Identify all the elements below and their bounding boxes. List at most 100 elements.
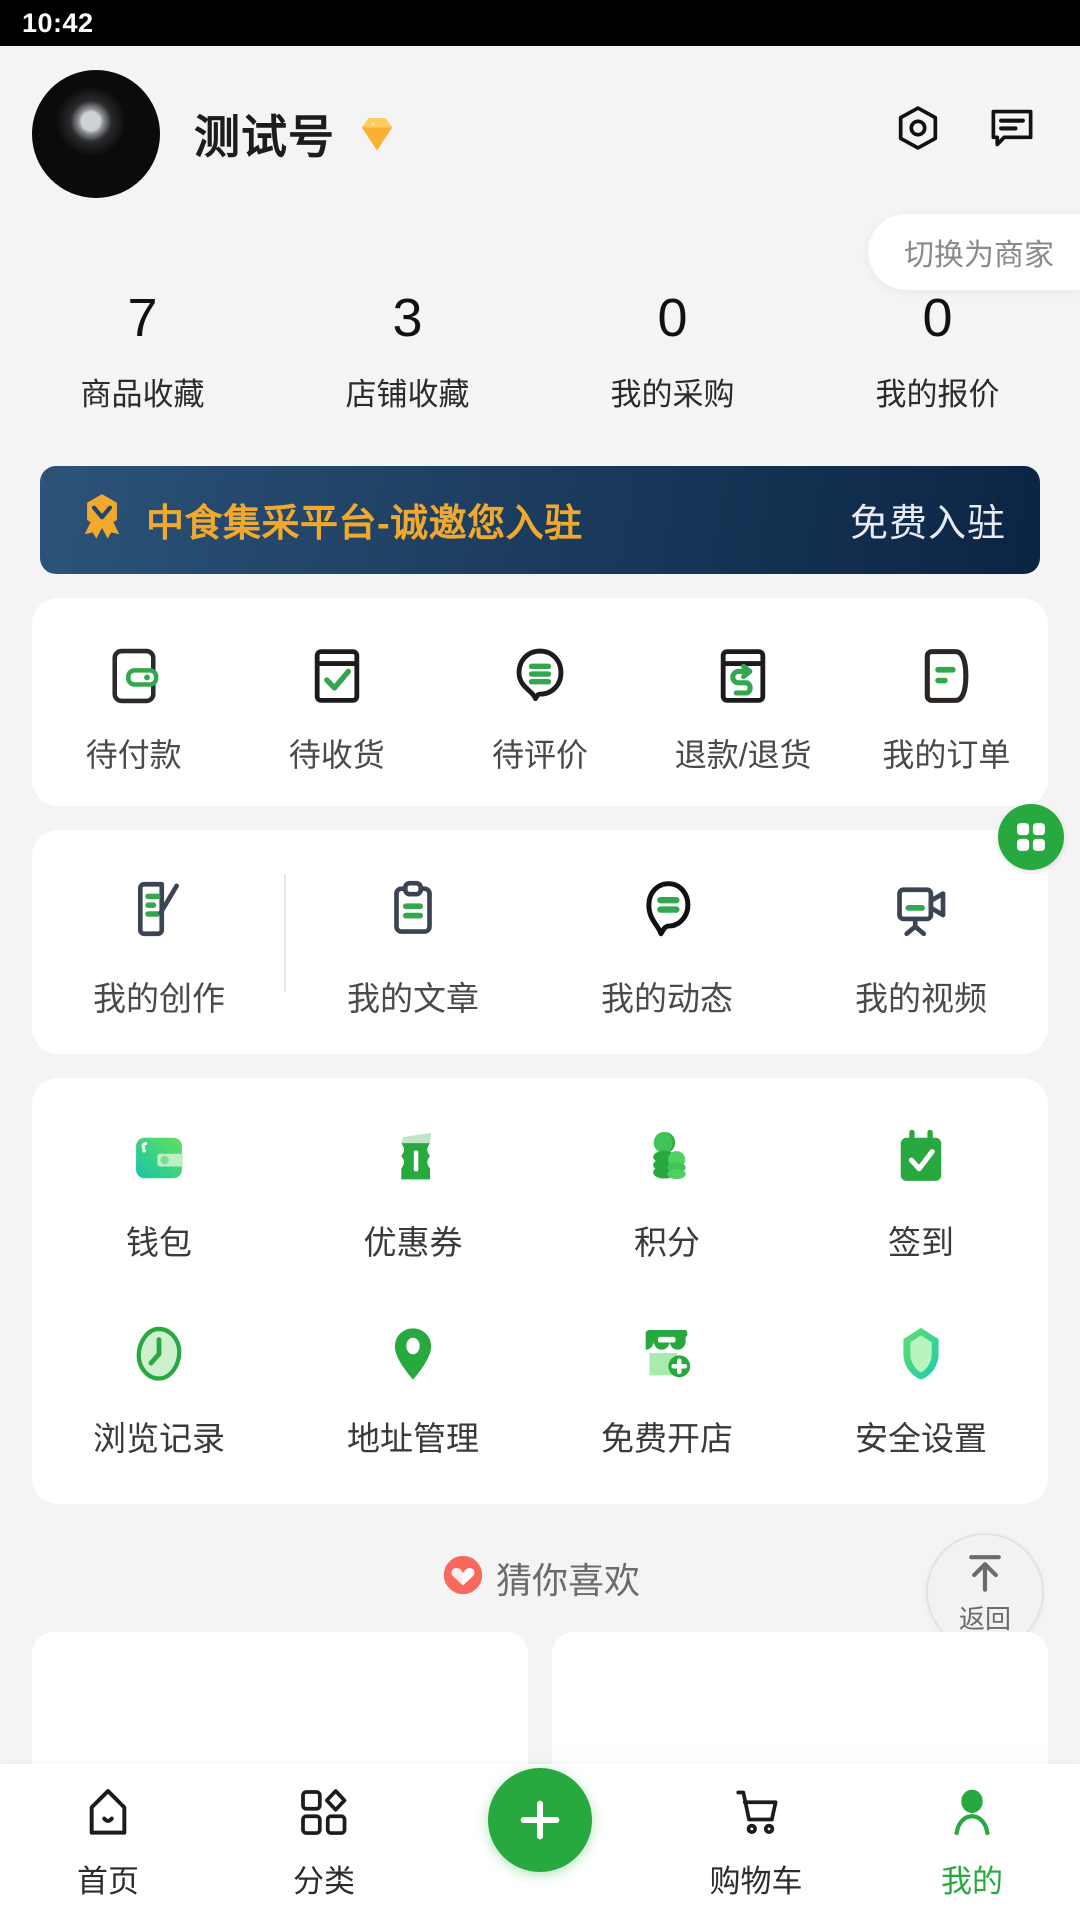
stat-item-my-quotes[interactable]: 0 我的报价 <box>805 290 1070 414</box>
calendar-check-icon <box>889 1118 953 1190</box>
back-to-top-label: 返回 <box>958 1604 1011 1634</box>
order-list-icon <box>912 632 980 710</box>
location-pin-icon <box>381 1314 445 1386</box>
tab-label: 首页 <box>77 1864 139 1899</box>
tab-label: 我的 <box>941 1864 1003 1899</box>
plus-fab-icon[interactable] <box>488 1768 592 1872</box>
page-title: 测试号 <box>194 101 403 167</box>
order-label: 退款/退货 <box>674 736 812 773</box>
shopping-cart-icon <box>728 1782 784 1844</box>
stat-value: 3 <box>392 288 423 348</box>
tool-item-points[interactable]: 积分 <box>540 1118 794 1264</box>
order-item-to-review[interactable]: 待评价 <box>438 632 641 776</box>
creation-item-my-article[interactable]: 我的文章 <box>286 868 540 1020</box>
recommend-title: 猜你喜欢 <box>495 1559 640 1601</box>
my-creation-card: 我的创作 我的文章 我的动态 我的视频 <box>32 803 1064 1054</box>
tab-cart[interactable]: 购物车 <box>648 1782 864 1901</box>
category-grid-icon <box>296 1782 352 1844</box>
order-label: 待收货 <box>288 736 385 773</box>
stat-item-my-purchases[interactable]: 0 我的采购 <box>540 290 805 414</box>
heart-circle-icon <box>440 1552 486 1603</box>
status-bar: 10:42 <box>0 0 1080 46</box>
creation-label: 我的文章 <box>347 979 479 1017</box>
tool-label: 地址管理 <box>347 1419 479 1457</box>
tool-item-checkin[interactable]: 签到 <box>794 1118 1048 1264</box>
tool-label: 安全设置 <box>855 1419 987 1457</box>
header-actions <box>890 100 1040 156</box>
order-label: 待评价 <box>492 736 589 773</box>
coin-stack-icon <box>635 1118 699 1190</box>
username-text: 测试号 <box>194 111 335 163</box>
tool-item-coupon[interactable]: 优惠券 <box>286 1118 540 1264</box>
tool-item-open-shop[interactable]: 免费开店 <box>540 1314 794 1460</box>
coupon-ticket-icon <box>381 1118 445 1190</box>
tab-home[interactable]: 首页 <box>0 1782 216 1901</box>
order-label: 待付款 <box>85 736 182 773</box>
banner-cta-button[interactable]: 免费入驻 <box>850 492 1006 547</box>
order-item-to-receive[interactable]: 待收货 <box>235 632 438 776</box>
order-item-refund-return[interactable]: 退款/退货 <box>642 632 845 776</box>
comment-review-icon <box>506 632 574 710</box>
tab-label: 分类 <box>293 1864 355 1899</box>
stat-label: 商品收藏 <box>80 376 205 412</box>
edit-document-icon <box>126 868 192 942</box>
tools-grid: 钱包 优惠券 积分 签到 浏览记录 地址管理 免费开店 安全设置 <box>32 1118 1048 1460</box>
order-status-card: 待付款 待收货 待评价 退款/退货 我的订单 <box>32 597 1048 806</box>
bottom-tab-bar: 首页 分类 购物车 我的 <box>0 1764 1080 1920</box>
home-icon <box>80 1782 136 1844</box>
tab-label: 购物车 <box>709 1864 803 1899</box>
merchant-invite-banner[interactable]: 中食集采平台-诚邀您入驻 免费入驻 <box>40 465 1040 574</box>
hexagon-settings-icon[interactable] <box>890 100 946 156</box>
tab-publish[interactable] <box>432 1768 648 1872</box>
creation-item-my-video[interactable]: 我的视频 <box>794 868 1048 1020</box>
stat-value: 7 <box>127 288 158 348</box>
wallet-icon <box>127 1118 191 1190</box>
profile-header: 测试号 切换为商家 <box>0 46 1080 290</box>
order-status-row: 待付款 待收货 待评价 退款/退货 我的订单 <box>32 632 1048 776</box>
grid-apps-icon[interactable] <box>998 803 1064 870</box>
stats-row: 7 商品收藏 3 店铺收藏 0 我的采购 0 我的报价 <box>0 290 1080 414</box>
tool-item-address[interactable]: 地址管理 <box>286 1314 540 1460</box>
stat-item-shop-favorites[interactable]: 3 店铺收藏 <box>275 290 540 414</box>
switch-to-merchant-button[interactable]: 切换为商家 <box>868 214 1080 290</box>
user-avatar[interactable] <box>32 70 160 198</box>
clipboard-article-icon <box>380 868 446 942</box>
user-profile-icon <box>944 1782 1000 1844</box>
stat-value: 0 <box>657 288 688 348</box>
chat-message-icon[interactable] <box>984 100 1040 156</box>
tab-profile[interactable]: 我的 <box>864 1782 1080 1901</box>
stat-label: 我的采购 <box>610 376 735 412</box>
banner-title: 中食集采平台-诚邀您入驻 <box>146 503 583 546</box>
creation-item-my-creation[interactable]: 我的创作 <box>32 868 286 1020</box>
order-label: 我的订单 <box>882 736 1011 773</box>
banner-left: 中食集采平台-诚邀您入驻 <box>74 489 850 550</box>
arrow-up-bar-icon <box>960 1548 1010 1603</box>
creation-item-my-moments[interactable]: 我的动态 <box>540 868 794 1020</box>
stat-label: 我的报价 <box>875 376 1000 412</box>
box-return-icon <box>709 632 777 710</box>
my-creation-row: 我的创作 我的文章 我的动态 我的视频 <box>32 868 1048 1020</box>
status-time: 10:42 <box>22 7 94 38</box>
shield-security-icon <box>889 1314 953 1386</box>
tool-label: 浏览记录 <box>93 1419 225 1457</box>
app-screen: 10:42 测试号 切换为商家 7 商品收藏 3 店铺收藏 0 我的采购 0 我… <box>0 0 1080 1920</box>
gold-medal-icon <box>74 489 130 550</box>
stat-value: 0 <box>922 288 953 348</box>
creation-label: 我的动态 <box>601 979 733 1017</box>
order-item-to-pay[interactable]: 待付款 <box>32 632 235 776</box>
tool-label: 积分 <box>634 1223 700 1261</box>
tool-label: 优惠券 <box>363 1223 463 1261</box>
tab-category[interactable]: 分类 <box>216 1782 432 1901</box>
stat-item-goods-favorites[interactable]: 7 商品收藏 <box>10 290 275 414</box>
tool-item-wallet[interactable]: 钱包 <box>32 1118 286 1264</box>
video-camera-icon <box>888 868 954 942</box>
wallet-pay-icon <box>100 632 168 710</box>
tools-card: 钱包 优惠券 积分 签到 浏览记录 地址管理 免费开店 安全设置 <box>32 1077 1048 1504</box>
tool-item-security[interactable]: 安全设置 <box>794 1314 1048 1460</box>
tool-item-browse-history[interactable]: 浏览记录 <box>32 1314 286 1460</box>
recommend-header: 猜你喜欢 <box>0 1552 1080 1604</box>
clock-history-icon <box>127 1314 191 1386</box>
tool-label: 免费开店 <box>601 1419 733 1457</box>
tool-label: 签到 <box>888 1223 954 1261</box>
order-item-my-orders[interactable]: 我的订单 <box>845 632 1048 776</box>
